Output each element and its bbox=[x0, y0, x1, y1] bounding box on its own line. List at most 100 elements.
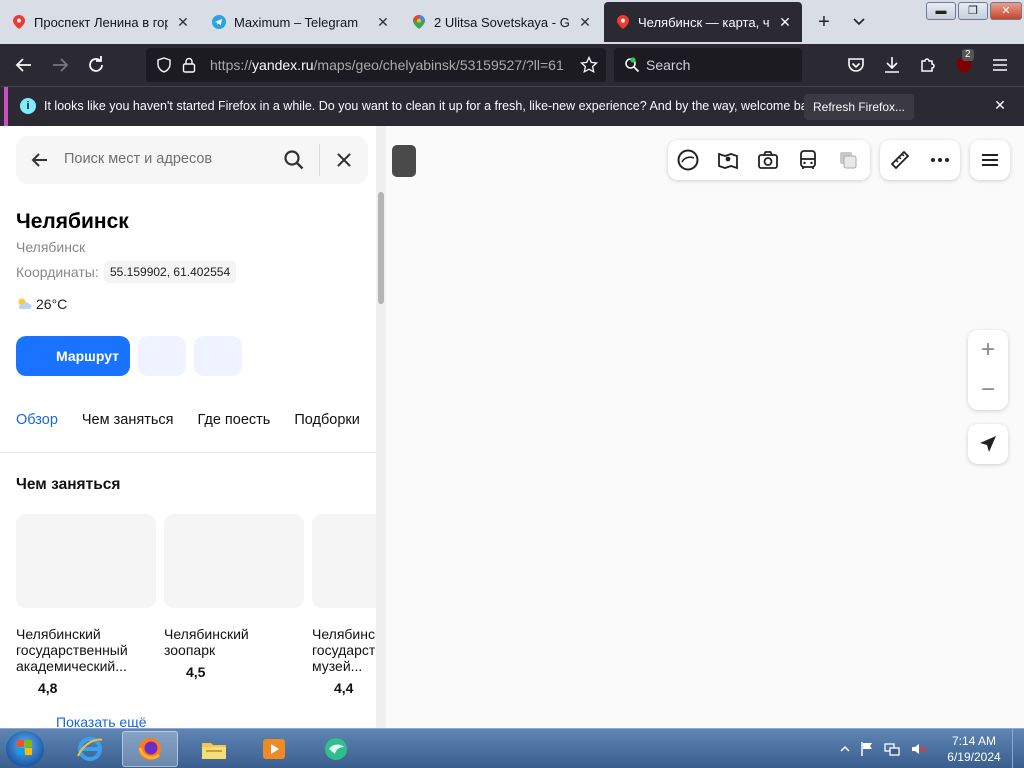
tab-close-icon[interactable]: ✕ bbox=[576, 13, 594, 31]
url-scheme: https:// bbox=[210, 57, 253, 73]
coordinates-label: Координаты: bbox=[16, 264, 99, 280]
lock-icon[interactable] bbox=[182, 57, 196, 73]
address-bar[interactable]: https://yandex.ru/maps/geo/chelyabinsk/5… bbox=[146, 48, 606, 82]
extensions-puzzle-icon[interactable] bbox=[916, 53, 940, 77]
ruler-icon[interactable] bbox=[888, 148, 912, 172]
action-button-placeholder[interactable] bbox=[194, 336, 242, 376]
temperature: 26°C bbox=[36, 296, 68, 312]
attraction-card[interactable]: Челябинск государств музей... 4,4 bbox=[312, 514, 386, 696]
attraction-card[interactable]: Челябинский зоопарк 4,5 bbox=[164, 514, 304, 680]
volume-muted-icon[interactable] bbox=[910, 741, 926, 757]
tab-prospekt-lenina[interactable]: Проспект Ленина в город ✕ bbox=[0, 2, 200, 42]
start-button[interactable] bbox=[6, 731, 44, 767]
system-tray bbox=[840, 733, 926, 765]
extension-badge: 2 bbox=[962, 49, 974, 61]
tab-close-icon[interactable]: ✕ bbox=[174, 13, 192, 31]
taskbar-clock[interactable]: 7:14 AM 6/19/2024 bbox=[940, 733, 1008, 765]
search-box[interactable]: Поиск мест и адресов bbox=[16, 136, 368, 184]
alice-assistant-icon[interactable] bbox=[676, 148, 700, 172]
file-explorer-icon[interactable] bbox=[186, 731, 242, 767]
url-text[interactable]: https://yandex.ru/maps/geo/chelyabinsk/5… bbox=[210, 57, 566, 73]
back-arrow-icon[interactable] bbox=[28, 148, 52, 172]
section-title: Чем заняться bbox=[16, 476, 121, 493]
search-input[interactable]: Поиск мест и адресов bbox=[64, 151, 212, 167]
card-image[interactable] bbox=[16, 514, 156, 608]
tab-collections[interactable]: Подборки bbox=[294, 412, 360, 428]
show-desktop-button[interactable] bbox=[1012, 729, 1024, 768]
tab-chelyabinsk[interactable]: Челябинск — карта, что с ✕ bbox=[604, 2, 802, 42]
panel-toggle-button[interactable] bbox=[392, 145, 416, 177]
new-tab-plus-icon[interactable]: + bbox=[812, 10, 836, 34]
bus-icon[interactable] bbox=[796, 148, 820, 172]
menu-hamburger-icon[interactable] bbox=[978, 148, 1002, 172]
minimize-button[interactable]: ▬ bbox=[926, 2, 956, 20]
card-image[interactable] bbox=[312, 514, 386, 608]
maximize-button[interactable]: ❐ bbox=[958, 2, 988, 20]
downloads-icon[interactable] bbox=[880, 53, 904, 77]
ublock-extension-icon[interactable]: 2 bbox=[952, 49, 976, 77]
search-divider bbox=[319, 144, 320, 176]
search-icon[interactable] bbox=[282, 148, 306, 172]
pocket-icon[interactable] bbox=[844, 53, 868, 77]
reload-icon[interactable] bbox=[84, 53, 108, 77]
show-more-link[interactable]: Показать ещё bbox=[56, 714, 147, 728]
weather-partly-cloudy-icon bbox=[16, 297, 32, 311]
card-image[interactable] bbox=[164, 514, 304, 608]
internet-explorer-icon[interactable] bbox=[62, 731, 118, 767]
tab-telegram[interactable]: Maximum – Telegram ✕ bbox=[200, 2, 400, 42]
back-arrow-icon[interactable] bbox=[12, 53, 36, 77]
notification-close-icon[interactable]: ✕ bbox=[990, 95, 1010, 115]
tab-close-icon[interactable]: ✕ bbox=[776, 13, 794, 31]
close-icon[interactable] bbox=[332, 148, 356, 172]
tab-overview[interactable]: Обзор bbox=[16, 412, 58, 428]
card-name[interactable]: Челябинск государств музей... bbox=[312, 626, 386, 674]
layers-icon[interactable] bbox=[836, 148, 860, 172]
tab-title: Челябинск — карта, что с bbox=[638, 14, 770, 30]
more-dots-icon[interactable] bbox=[928, 148, 952, 172]
route-button[interactable]: Маршрут bbox=[16, 336, 130, 376]
my-location-button[interactable] bbox=[968, 424, 1008, 464]
map-pin-icon bbox=[616, 15, 630, 29]
telegram-icon bbox=[212, 15, 226, 29]
list-all-tabs-chevron-icon[interactable] bbox=[852, 10, 876, 34]
window-close-button[interactable]: ✕ bbox=[990, 2, 1022, 20]
card-name[interactable]: Челябинский государственный академически… bbox=[16, 626, 156, 674]
tab-things-to-do[interactable]: Чем заняться bbox=[82, 412, 174, 428]
tab-where-to-eat[interactable]: Где поесть bbox=[198, 412, 271, 428]
info-icon: i bbox=[20, 98, 36, 114]
attraction-card[interactable]: Челябинский государственный академически… bbox=[16, 514, 156, 696]
weather: 26°C bbox=[16, 296, 67, 312]
refresh-firefox-button[interactable]: Refresh Firefox... bbox=[804, 94, 914, 120]
map-canvas[interactable]: + − bbox=[386, 126, 1024, 728]
place-side-panel: Поиск мест и адресов Челябинск Челябинск… bbox=[0, 126, 386, 728]
app-globe-icon[interactable] bbox=[308, 731, 364, 767]
card-rating: 4,8 bbox=[38, 680, 58, 696]
map-menu-toolbar bbox=[970, 140, 1010, 180]
coordinates-value[interactable]: 55.159902, 61.402554 bbox=[104, 261, 237, 283]
panel-scrollbar-thumb[interactable] bbox=[378, 192, 384, 304]
panorama-icon[interactable] bbox=[716, 148, 740, 172]
card-name[interactable]: Челябинский зоопарк bbox=[164, 626, 304, 658]
place-tabs: Обзор Чем заняться Где поесть Подборки bbox=[16, 412, 360, 428]
tab-google-maps[interactable]: 2 Ulitsa Sovetskaya - Goog ✕ bbox=[400, 2, 602, 42]
refresh-firefox-notification: i It looks like you haven't started Fire… bbox=[0, 86, 1024, 126]
card-name-line: зоопарк bbox=[164, 642, 216, 658]
place-title: Челябинск bbox=[16, 210, 129, 233]
zoom-out-minus-icon[interactable]: − bbox=[968, 370, 1008, 410]
show-hidden-icons-chevron-icon[interactable] bbox=[840, 744, 850, 754]
camera-icon[interactable] bbox=[756, 148, 780, 172]
zoom-in-plus-icon[interactable]: + bbox=[968, 330, 1008, 370]
web-search-field[interactable]: Search bbox=[614, 48, 802, 82]
action-center-flag-icon[interactable] bbox=[860, 741, 874, 757]
clock-time: 7:14 AM bbox=[951, 734, 997, 748]
media-player-icon[interactable] bbox=[246, 731, 302, 767]
tab-close-icon[interactable]: ✕ bbox=[374, 13, 392, 31]
network-icon[interactable] bbox=[884, 741, 900, 757]
firefox-icon[interactable] bbox=[122, 731, 178, 767]
shield-icon[interactable] bbox=[156, 57, 172, 73]
forward-arrow-icon[interactable] bbox=[48, 53, 72, 77]
menu-hamburger-icon[interactable] bbox=[988, 53, 1012, 77]
bookmark-star-icon[interactable] bbox=[580, 56, 598, 74]
tab-strip: Проспект Ленина в город ✕ Maximum – Tele… bbox=[0, 0, 1024, 44]
action-button-placeholder[interactable] bbox=[138, 336, 186, 376]
